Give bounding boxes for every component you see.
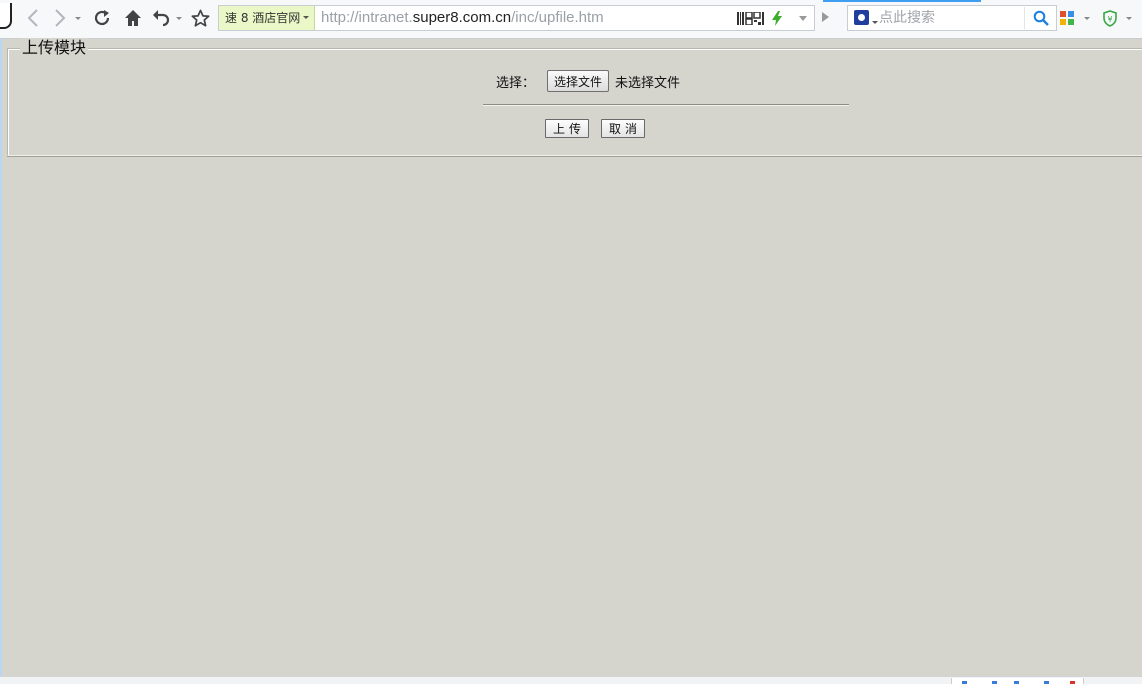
- upload-fieldset: 上传模块 选择： 选择文件 未选择文件 上传 取消: [7, 38, 1142, 156]
- lightning-icon[interactable]: [772, 11, 782, 26]
- choose-label: 选择：: [496, 75, 536, 91]
- browser-toolbar: 速 8 酒店官网 http://intranet.super8.com.cn/i…: [0, 0, 1142, 39]
- address-dropdown-icon[interactable]: [799, 16, 807, 21]
- url-text[interactable]: http://intranet.super8.com.cn/inc/upfile…: [321, 6, 604, 30]
- divider: [483, 104, 849, 106]
- choose-file-button[interactable]: 选择文件: [547, 70, 610, 92]
- status-tray: [951, 678, 1084, 684]
- apps-dropdown-icon[interactable]: [1084, 17, 1090, 20]
- engine-dropdown-icon[interactable]: [872, 21, 878, 24]
- shield-dropdown-icon[interactable]: [1126, 17, 1132, 20]
- cancel-button-label: 取消: [609, 122, 642, 136]
- no-file-text: 未选择文件: [615, 75, 681, 91]
- svg-text:¥: ¥: [1107, 15, 1112, 24]
- url-domain: super8.com.cn: [412, 9, 512, 26]
- page-content: 上传模块 选择： 选择文件 未选择文件 上传 取消: [0, 38, 1142, 676]
- site-tag-dropdown-icon: [303, 16, 309, 19]
- go-arrow-icon[interactable]: [822, 12, 829, 22]
- undo-dropdown-icon[interactable]: [176, 17, 182, 20]
- forward-icon[interactable]: [51, 6, 69, 30]
- site-tag-label: 速 8 酒店官网: [225, 11, 301, 25]
- cancel-button[interactable]: 取消: [601, 119, 646, 138]
- search-button[interactable]: [1024, 7, 1057, 29]
- star-icon[interactable]: [189, 6, 211, 30]
- url-prefix: http://intranet.: [321, 9, 413, 26]
- url-path: /inc/upfile.htm: [511, 9, 604, 26]
- address-bar[interactable]: 速 8 酒店官网 http://intranet.super8.com.cn/i…: [218, 5, 815, 31]
- upload-button[interactable]: 上传: [545, 119, 590, 138]
- home-icon[interactable]: [122, 6, 144, 30]
- file-choose-row: 选择： 选择文件 未选择文件: [496, 70, 680, 92]
- refresh-icon[interactable]: [91, 6, 113, 30]
- search-box[interactable]: 点此搜索: [847, 5, 1057, 31]
- undo-icon[interactable]: [150, 6, 172, 30]
- active-tab-indicator: [823, 0, 981, 2]
- qr-code-icon[interactable]: [737, 12, 765, 25]
- baidu-engine-icon[interactable]: [854, 10, 869, 25]
- upload-button-label: 上传: [553, 122, 586, 136]
- history-dropdown-icon[interactable]: [75, 17, 81, 20]
- apps-icon[interactable]: [1059, 6, 1075, 30]
- back-icon[interactable]: [24, 6, 42, 30]
- action-row: 上传 取消: [545, 119, 646, 138]
- search-icon: [1033, 10, 1049, 26]
- search-placeholder[interactable]: 点此搜索: [879, 6, 935, 30]
- shield-icon[interactable]: ¥: [1101, 6, 1119, 30]
- site-shortcut-tag[interactable]: 速 8 酒店官网: [219, 6, 315, 30]
- browser-logo-icon[interactable]: [0, 3, 12, 29]
- upload-legend: 上传模块: [20, 38, 89, 58]
